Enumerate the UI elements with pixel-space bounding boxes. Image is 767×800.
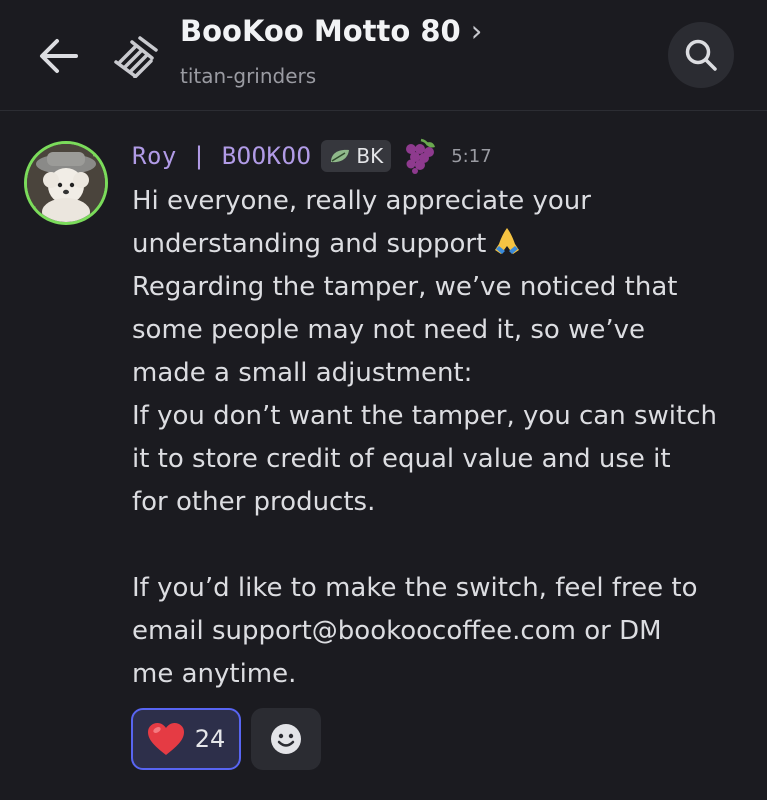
username[interactable]: Roy | BOOKOO <box>132 142 311 170</box>
server-tag-text: BK <box>356 144 384 168</box>
message-line: some people may not need it, so we’ve <box>132 315 646 345</box>
timestamp: 5:17 <box>451 145 492 167</box>
back-button[interactable] <box>30 30 86 82</box>
channel-title[interactable]: BooKoo Motto 80 › <box>180 14 482 48</box>
search-button[interactable] <box>668 22 734 88</box>
add-reaction-button[interactable] <box>251 708 321 770</box>
message-line: If you don’t want the tamper, you can sw… <box>132 401 717 431</box>
channel-title-text: BooKoo Motto 80 <box>180 14 461 48</box>
folded-hands-emoji-icon <box>495 228 520 254</box>
heart-emoji-icon <box>147 723 184 755</box>
channel-subtitle: titan-grinders <box>180 64 317 88</box>
channel-header: BooKoo Motto 80 › titan-grinders <box>0 0 767 111</box>
reaction-heart[interactable]: 24 <box>131 708 241 770</box>
message-line: Regarding the tamper, we’ve noticed that <box>132 272 678 302</box>
chevron-right-icon: › <box>470 14 483 48</box>
smiley-icon <box>271 724 301 754</box>
leaf-icon <box>331 149 350 163</box>
avatar[interactable] <box>24 141 108 225</box>
grapes-icon <box>406 138 436 174</box>
message-line: understanding and support <box>132 229 487 259</box>
message-line: me anytime. <box>132 659 297 689</box>
message-line: Hi everyone, really appreciate your <box>132 186 591 216</box>
message-line-with-emoji: understanding and support <box>132 223 757 266</box>
forum-channel-icon <box>110 32 166 79</box>
arrow-left-icon <box>40 39 78 73</box>
message-line: made a small adjustment: <box>132 358 473 388</box>
message-line[interactable]: email support@bookoocoffee.com or DM <box>132 610 757 653</box>
server-tag-badge[interactable]: BK <box>321 140 392 172</box>
search-icon <box>685 39 717 71</box>
reaction-count: 24 <box>194 725 226 753</box>
reactions-bar: 24 <box>131 708 321 770</box>
message-line: it to store credit of equal value and us… <box>132 444 671 474</box>
paragraph-break <box>132 524 757 567</box>
message-line: for other products. <box>132 487 376 517</box>
message-header: Roy | BOOKOO BK 5:17 <box>132 138 492 174</box>
message-body: Hi everyone, really appreciate your unde… <box>132 180 757 696</box>
message-line: If you’d like to make the switch, feel f… <box>132 573 698 603</box>
